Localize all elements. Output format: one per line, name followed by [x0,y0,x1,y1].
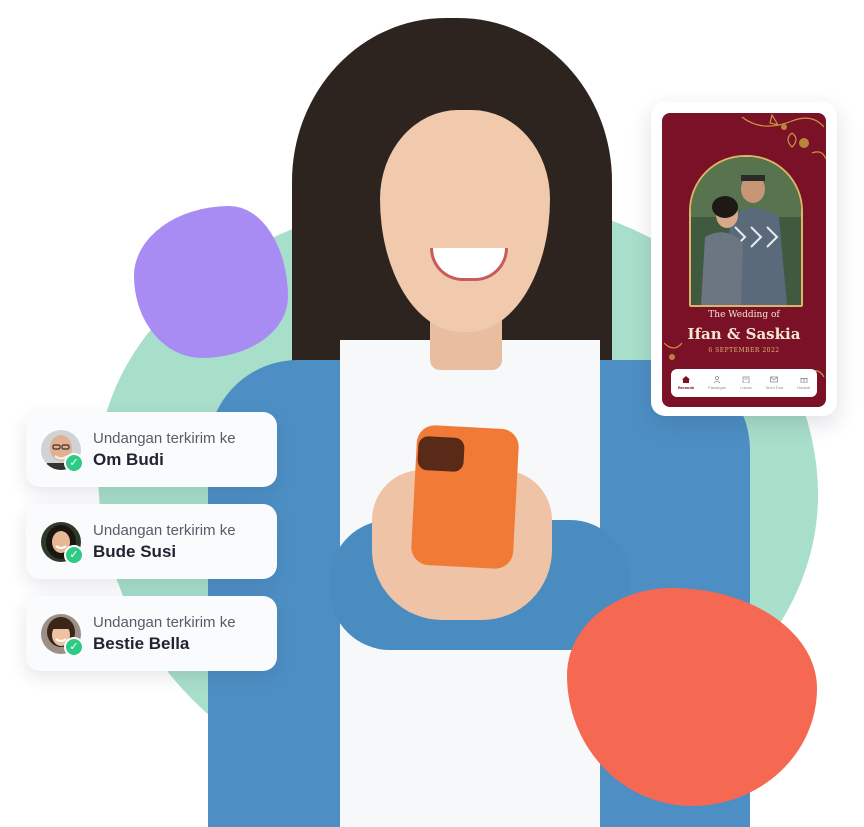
hero-illustration: ✓ Undangan terkirim ke Om Budi ✓ Undanga… [0,0,864,827]
purple-blob-shape [134,206,288,358]
avatar-woman-dark-hair-icon: ✓ [41,521,84,565]
nav-label: Beranda [678,385,695,390]
recipient-name: Bude Susi [93,541,177,561]
couple-icon [713,376,721,383]
nav-beranda[interactable]: Beranda [678,376,694,390]
nav-pasangan[interactable]: Pasangan [708,376,726,390]
notification-card: ✓ Undangan terkirim ke Om Budi [26,412,277,487]
invitation-bottom-nav: Beranda Pasangan Lokasi Kirim Doa Hadiah [671,369,817,397]
couple-photo [689,155,803,307]
notification-card: ✓ Undangan terkirim ke Bude Susi [26,504,277,579]
check-icon: ✓ [64,544,84,565]
invitation-names: Ifan & Saskia [687,325,801,343]
notification-prefix: Undangan terkirim ke [93,613,236,631]
mail-icon [770,376,779,383]
nav-label: Lokasi [740,385,752,390]
location-icon [742,376,750,383]
invitation-date: 6 SEPTEMBER 2022 [708,347,780,354]
invitation-screen: The Wedding of Ifan & Saskia 6 SEPTEMBER… [662,113,826,407]
nav-label: Kirim Doa [765,385,784,390]
recipient-name: Bestie Bella [93,633,190,653]
nav-label: Hadiah [797,385,810,390]
phone-camera-icon [417,435,465,473]
gift-icon [800,378,808,383]
home-icon [682,376,691,383]
notification-prefix: Undangan terkirim ke [93,429,236,447]
check-icon: ✓ [64,452,84,473]
nav-kirim-doa[interactable]: Kirim Doa [765,376,784,390]
invitation-preview-card: The Wedding of Ifan & Saskia 6 SEPTEMBER… [651,102,837,416]
recipient-name: Om Budi [93,449,164,469]
nav-lokasi[interactable]: Lokasi [740,376,752,390]
notification-prefix: Undangan terkirim ke [93,521,236,539]
avatar-bald-man-glasses-icon: ✓ [41,429,84,473]
check-icon: ✓ [64,636,84,657]
nav-hadiah[interactable]: Hadiah [797,376,810,390]
avatar-young-woman-icon: ✓ [41,613,84,657]
invitation-subtitle: The Wedding of [708,310,780,320]
notification-card: ✓ Undangan terkirim ke Bestie Bella [26,596,277,671]
nav-label: Pasangan [708,385,727,390]
